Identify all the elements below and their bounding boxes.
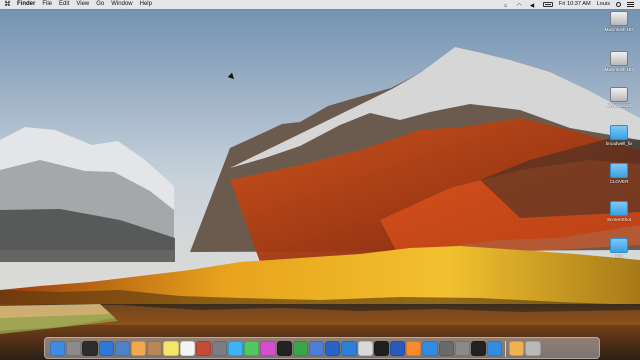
safari-dock-icon[interactable] (98, 341, 114, 357)
vmware-dock-icon[interactable] (438, 341, 454, 357)
folder-icon (610, 163, 628, 178)
desktop-icon-label: broadwell_fix (605, 141, 633, 146)
dock-apps (50, 341, 541, 357)
hard-drive-icon (610, 11, 628, 26)
desktop-icon-label: ScreenShot (606, 217, 631, 222)
dock-separator (505, 341, 507, 357)
desktop-icon-macintosh-hd[interactable]: Macintosh HD (597, 11, 640, 32)
wallpaper (0, 0, 640, 360)
preview-dock-icon[interactable] (357, 341, 373, 357)
disk-utility-dock-icon[interactable] (454, 341, 470, 357)
dock (44, 337, 600, 359)
desktop-icon-label: kexts (613, 254, 625, 259)
menu-item-finder[interactable]: Finder (17, 0, 35, 9)
desktop-icon-disk-2[interactable]: Macintosh HD (597, 51, 640, 72)
app-store-dock-icon[interactable] (422, 341, 438, 357)
menu-item-go[interactable]: Go (96, 0, 104, 9)
hard-drive-icon (610, 51, 628, 66)
photo-booth-dock-icon[interactable] (195, 341, 211, 357)
desktop-icon-folder-kexts[interactable]: kexts (597, 238, 640, 259)
desktop-icon-folder-clover[interactable]: CLOVER (597, 163, 640, 184)
mail-dock-icon[interactable] (114, 341, 130, 357)
calendar-dock-icon[interactable] (179, 341, 195, 357)
messages-dock-icon[interactable] (228, 341, 244, 357)
menu-item-edit[interactable]: Edit (59, 0, 69, 9)
facetime-dock-icon[interactable] (244, 341, 260, 357)
activity-monitor-dock-icon[interactable] (373, 341, 389, 357)
stocks-dock-icon[interactable] (389, 341, 406, 357)
keynote-dock-icon[interactable] (309, 341, 325, 357)
ibooks-dock-icon[interactable] (406, 341, 422, 357)
folder-icon (610, 238, 628, 253)
desktop-icon-label: Windows10 (607, 103, 631, 108)
desktop-icon-label: CLOVER (609, 179, 629, 184)
volume-icon[interactable]: ◀ (530, 2, 537, 9)
numbers-dock-icon[interactable] (292, 341, 308, 357)
menu-item-file[interactable]: File (42, 0, 52, 9)
desktop-icon-windows[interactable]: Windows10 (597, 87, 640, 108)
photos-2-dock-icon[interactable] (509, 341, 525, 357)
menu-item-help[interactable]: Help (140, 0, 152, 9)
wifi-icon[interactable]: ◠ (517, 2, 524, 9)
menu-item-view[interactable]: View (76, 0, 89, 9)
desktop[interactable]: ⌘ Finder File Edit View Go Window Help ⌂… (0, 0, 640, 360)
desktop-icon-folder-screenshots[interactable]: ScreenShot (597, 201, 640, 222)
finder-dock-icon[interactable] (50, 341, 66, 357)
rocket-dock-icon[interactable] (82, 341, 98, 357)
terminal-dock-icon[interactable] (276, 341, 292, 357)
spotlight-search-icon[interactable] (616, 2, 621, 7)
folder-icon (610, 201, 628, 216)
menu-item-window[interactable]: Window (111, 0, 132, 9)
virtualbox-dock-icon[interactable] (325, 341, 341, 357)
system-preferences-dock-icon[interactable] (211, 341, 228, 357)
notes-dock-icon[interactable] (163, 341, 179, 357)
hard-drive-icon (610, 87, 628, 102)
desktop-icon-folder-broadwell[interactable]: broadwell_fix (597, 125, 640, 146)
menu-bar: ⌘ Finder File Edit View Go Window Help ⌂… (0, 0, 640, 9)
contacts-dock-icon[interactable] (147, 341, 163, 357)
clock-label[interactable]: Fri 10:37 AM (559, 0, 591, 9)
photos-dock-icon[interactable] (130, 341, 147, 357)
notification-center-icon[interactable] (627, 2, 634, 7)
trash-dock-icon[interactable] (525, 341, 541, 357)
user-label[interactable]: Louis (597, 0, 610, 9)
apple-menu-icon[interactable]: ⌘ (4, 1, 11, 8)
desktop-icon-label: Macintosh HD (604, 67, 634, 72)
xcode-dock-icon[interactable] (341, 341, 357, 357)
folder-icon (610, 125, 628, 140)
app-store-2-dock-icon[interactable] (487, 341, 503, 357)
quicktime-dock-icon[interactable] (470, 341, 487, 357)
launchpad-dock-icon[interactable] (66, 341, 82, 357)
battery-icon[interactable] (542, 2, 553, 7)
status-menu-icon[interactable]: ⌂ (504, 2, 511, 9)
desktop-icon-label: Macintosh HD (604, 27, 634, 32)
itunes-dock-icon[interactable] (260, 341, 276, 357)
